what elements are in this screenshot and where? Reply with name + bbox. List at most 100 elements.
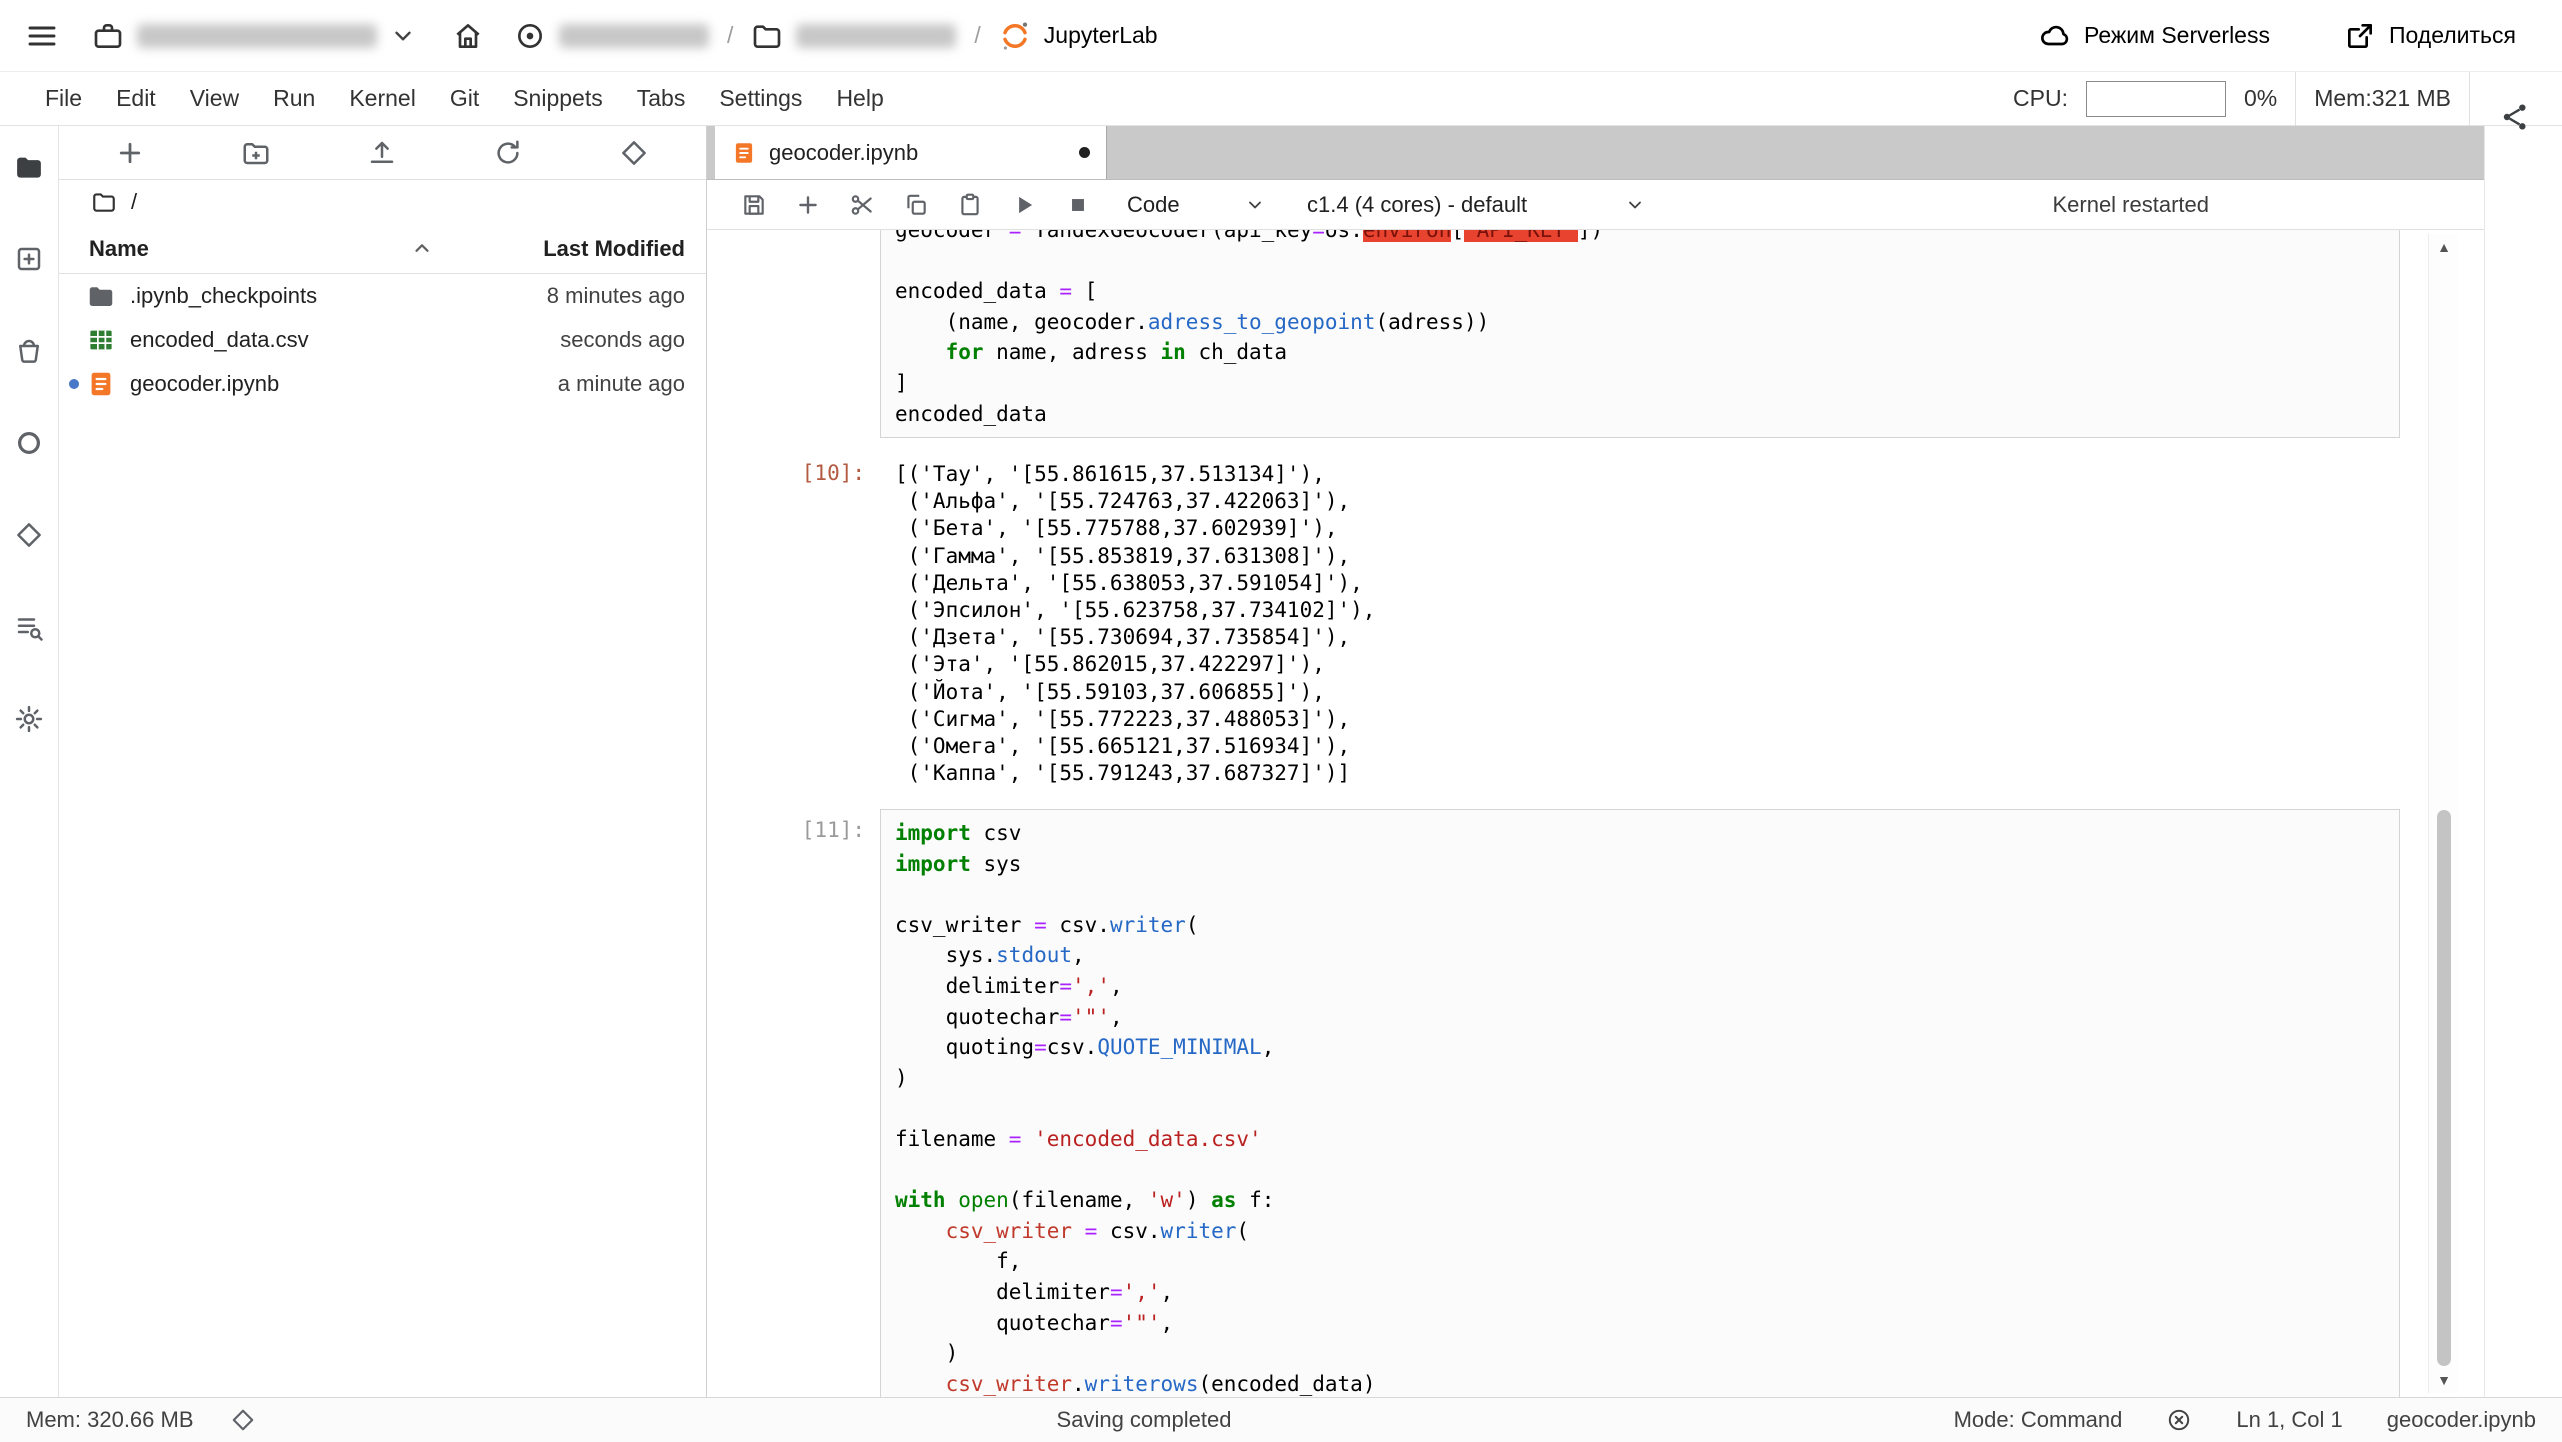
menu-help[interactable]: Help (819, 72, 900, 125)
new-folder-icon[interactable] (241, 138, 271, 168)
new-resource-icon[interactable] (14, 244, 44, 274)
main-area: geocoder.ipynb Code c1.4 (4 cores) - def… (706, 126, 2484, 1397)
menu-items: File Edit View Run Kernel Git Snippets Tabs Sett… (28, 72, 901, 125)
menu-kernel[interactable]: Kernel (332, 72, 432, 125)
cell-type-value: Code (1127, 191, 1180, 217)
menubar-right: CPU: 0% Mem:321 MB (2013, 71, 2562, 126)
memory-usage: Mem: 320.66 MB (26, 1407, 194, 1432)
cut-button[interactable] (835, 180, 889, 229)
copy-icon (903, 192, 929, 218)
table-of-contents-icon[interactable] (14, 612, 44, 642)
redacted-project-name (559, 23, 709, 48)
share-label: Поделиться (2388, 22, 2516, 48)
notebook-icon (731, 140, 757, 166)
save-button[interactable] (727, 180, 781, 229)
status-right: Mode: Command Ln 1, Col 1 geocoder.ipynb (1954, 1407, 2562, 1433)
csv-file-icon (86, 325, 116, 355)
folder-breadcrumb[interactable] (751, 20, 957, 52)
menu-edit[interactable]: Edit (99, 72, 173, 125)
file-browser-icon[interactable] (14, 152, 44, 182)
jupyterlab-label: JupyterLab (1043, 22, 1158, 48)
datasphere-icon[interactable] (14, 520, 44, 550)
paste-button[interactable] (943, 180, 997, 229)
menu-tabs[interactable]: Tabs (620, 72, 703, 125)
current-path: / (131, 189, 138, 214)
settings-icon[interactable] (14, 704, 44, 734)
cpu-label: CPU: (2013, 85, 2068, 111)
cpu-input[interactable] (2085, 80, 2226, 117)
breadcrumb[interactable]: / (59, 180, 706, 224)
menu-file[interactable]: File (28, 72, 99, 125)
briefcase-icon (92, 20, 124, 52)
input-prompt: [11]: (801, 818, 865, 842)
new-launcher-icon[interactable] (115, 138, 145, 168)
menu-settings[interactable]: Settings (702, 72, 819, 125)
menubar: File Edit View Run Kernel Git Snippets Tabs Sett… (0, 71, 2562, 126)
scroll-down-arrow[interactable]: ▼ (2429, 1367, 2459, 1393)
scroll-up-arrow[interactable]: ▲ (2429, 234, 2459, 260)
tab-geocoder-ipynb[interactable]: geocoder.ipynb (715, 126, 1107, 179)
kernel-select[interactable]: c1.4 (4 cores) - default (1301, 180, 1651, 229)
memory-indicator: Mem:321 MB (2314, 85, 2451, 111)
sort-caret-up-icon[interactable] (411, 238, 433, 260)
file-modified: a minute ago (557, 371, 685, 396)
breadcrumb-separator: / (974, 22, 981, 48)
save-status-message: Saving completed (1056, 1407, 1232, 1432)
refresh-icon[interactable] (493, 138, 523, 168)
file-browser-toolbar (59, 126, 706, 180)
file-list-header: Name Last Modified (59, 224, 706, 274)
notebook-file-icon (86, 369, 116, 399)
cursor-position[interactable]: Ln 1, Col 1 (2236, 1407, 2342, 1433)
copy-button[interactable] (889, 180, 943, 229)
modified-column-header[interactable]: Last Modified (543, 236, 685, 262)
upload-icon[interactable] (367, 138, 397, 168)
circle-x-icon[interactable] (2166, 1407, 2192, 1433)
menu-view[interactable]: View (173, 72, 256, 125)
workspace-breadcrumb[interactable] (92, 20, 416, 52)
add-cell-button[interactable] (781, 180, 835, 229)
right-gutter (2484, 126, 2562, 1397)
notebook-scrollbar[interactable]: ▲ ▼ (2428, 234, 2458, 1393)
home-icon[interactable] (452, 20, 484, 52)
share-button[interactable]: Поделиться (2344, 20, 2516, 52)
storage-bucket-icon[interactable] (14, 336, 44, 366)
scrollbar-thumb[interactable] (2437, 810, 2451, 1366)
mode-indicator[interactable]: Mode: Command (1954, 1407, 2123, 1433)
menu-git[interactable]: Git (433, 72, 496, 125)
menu-run[interactable]: Run (256, 72, 332, 125)
jupyterlab-breadcrumb[interactable]: JupyterLab (999, 20, 1158, 52)
share-graph-icon[interactable] (2499, 101, 2531, 133)
cell-output: [('Тау', '[55.861615,37.513134]'), ('Аль… (895, 462, 1376, 786)
tab-title: geocoder.ipynb (769, 139, 919, 165)
run-icon (1011, 192, 1037, 218)
left-sidebar-rail (0, 126, 59, 1397)
run-button[interactable] (997, 180, 1051, 229)
stop-icon (1065, 192, 1091, 218)
menu-snippets[interactable]: Snippets (496, 72, 620, 125)
stop-button[interactable] (1051, 180, 1105, 229)
cell-type-select[interactable]: Code (1121, 180, 1271, 229)
project-breadcrumb[interactable] (514, 20, 709, 52)
file-browser-panel: / Name Last Modified .ipynb_checkpoints 8… (59, 126, 706, 1397)
hamburger-menu-icon[interactable] (26, 20, 58, 52)
topbar: / / JupyterLab Режим Serverless Поделить… (0, 0, 2562, 72)
code-cell[interactable]: import csv import sys csv_writer = csv.wr… (880, 809, 2400, 1397)
git-clone-icon[interactable] (619, 138, 649, 168)
output-prompt: [10]: (801, 461, 865, 485)
folder-file-icon (86, 281, 116, 311)
file-row[interactable]: encoded_data.csv seconds ago (59, 318, 706, 362)
code-cell[interactable]: geocoder = YandexGeocoder(api_key=os.env… (880, 230, 2400, 439)
sessions-icon[interactable] (14, 428, 44, 458)
name-column-header[interactable]: Name (89, 236, 149, 262)
serverless-mode-button[interactable]: Режим Serverless (2039, 20, 2270, 52)
add-cell-icon (795, 192, 821, 218)
file-row[interactable]: geocoder.ipynb a minute ago (59, 362, 706, 406)
file-list: .ipynb_checkpoints 8 minutes ago encoded_d… (59, 274, 706, 406)
file-row[interactable]: .ipynb_checkpoints 8 minutes ago (59, 274, 706, 318)
unsaved-indicator-dot[interactable] (1079, 147, 1090, 158)
cut-icon (849, 192, 875, 218)
sync-diamond-icon[interactable] (230, 1407, 256, 1433)
chevron-down-icon (1625, 195, 1645, 215)
folder-icon (91, 189, 117, 215)
file-modified: 8 minutes ago (546, 283, 685, 308)
